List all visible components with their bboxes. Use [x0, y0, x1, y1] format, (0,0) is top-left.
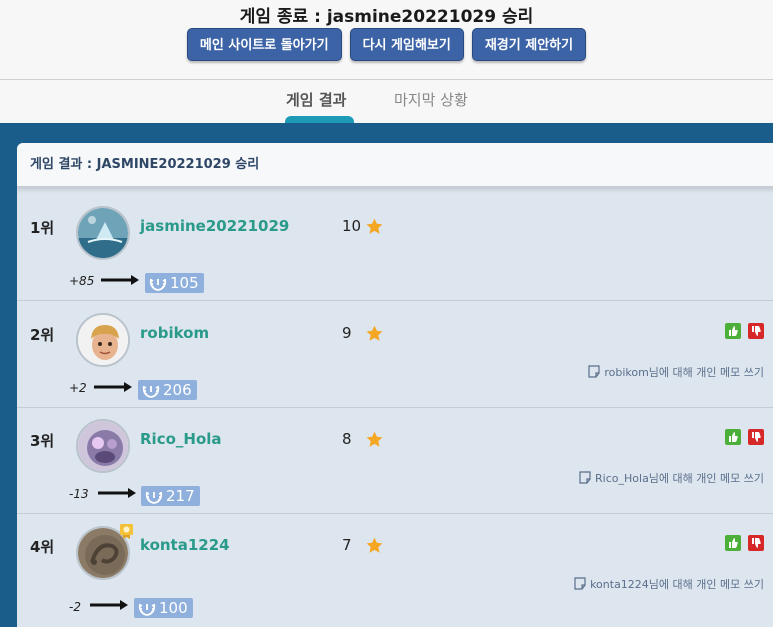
player-row: 4위 konta1224 7 konta1224님에 대해 개인 메모 쓰기 -… — [17, 514, 773, 620]
player-name[interactable]: konta1224 — [140, 536, 230, 554]
player-score: 8 — [342, 430, 352, 448]
tab-game-result[interactable]: 게임 결과 — [286, 89, 346, 110]
thumbs-down-icon[interactable] — [748, 323, 764, 339]
player-rank: 1위 — [30, 219, 55, 237]
arrow-right-icon — [98, 488, 136, 498]
memo-text: robikom님에 대해 개인 메모 쓰기 — [604, 366, 764, 379]
avatar-image — [78, 421, 128, 471]
thumbs-down-icon[interactable] — [748, 535, 764, 551]
game-end-title: 게임 종료 : jasmine20221029 승리 — [239, 7, 534, 27]
laurel-icon — [142, 385, 160, 398]
laurel-icon — [145, 491, 163, 504]
star-icon — [366, 431, 383, 447]
player-rank: 4위 — [30, 538, 55, 556]
thumbs-up-icon[interactable] — [725, 535, 741, 551]
player-score: 7 — [342, 536, 352, 554]
player-row: 1위 jasmine20221029 10 +85 105 — [17, 195, 773, 301]
arrow-right-icon — [101, 275, 139, 285]
rating-delta: +2 — [69, 381, 87, 395]
rating-badge: 206 — [138, 380, 197, 400]
laurel-icon — [149, 278, 167, 291]
player-rank: 3위 — [30, 432, 55, 450]
result-tabs: 게임 결과 마지막 상황 — [0, 81, 773, 123]
player-row: 3위 Rico_Hola 8 Rico_Hola님에 대해 개인 메모 쓰기 -… — [17, 408, 773, 514]
star-icon — [366, 218, 383, 234]
memo-text: Rico_Hola님에 대해 개인 메모 쓰기 — [595, 472, 764, 485]
avatar-image — [78, 208, 128, 258]
player-score: 10 — [342, 217, 362, 235]
rating-delta: +85 — [69, 274, 95, 288]
tab-last-situation[interactable]: 마지막 상황 — [394, 89, 468, 110]
rating-value: 100 — [159, 599, 188, 617]
rating-badge: 105 — [145, 273, 204, 293]
player-score: 9 — [342, 324, 352, 342]
avatar[interactable] — [76, 419, 130, 473]
avatar[interactable] — [76, 206, 130, 260]
propose-rematch-button[interactable]: 재경기 제안하기 — [471, 28, 587, 61]
rating-delta: -2 — [69, 600, 81, 614]
results-panel: 게임 결과 : JASMINE20221029 승리 1위 jasmine202… — [17, 143, 773, 627]
laurel-icon — [138, 603, 156, 616]
rating-value: 206 — [163, 381, 192, 399]
arrow-right-icon — [94, 382, 132, 392]
arrow-right-icon — [90, 600, 128, 610]
note-icon — [574, 577, 586, 590]
star-icon — [366, 325, 383, 341]
award-badge-icon — [120, 524, 133, 539]
player-name[interactable]: jasmine20221029 — [140, 217, 289, 235]
avatar-image — [78, 315, 128, 365]
avatar[interactable] — [76, 313, 130, 367]
rating-value: 217 — [166, 487, 195, 505]
thumbs-down-icon[interactable] — [748, 429, 764, 445]
memo-link[interactable]: Rico_Hola님에 대해 개인 메모 쓰기 — [579, 470, 764, 486]
rating-badge: 217 — [141, 486, 200, 506]
play-again-button[interactable]: 다시 게임해보기 — [349, 28, 464, 61]
rating-delta: -13 — [69, 487, 89, 501]
memo-link[interactable]: konta1224님에 대해 개인 메모 쓰기 — [574, 576, 764, 592]
star-icon — [366, 537, 383, 553]
player-row: 2위 robikom 9 robikom님에 대해 개인 메모 쓰기 +2 20… — [17, 302, 773, 408]
player-name[interactable]: robikom — [140, 324, 209, 342]
back-to-main-button[interactable]: 메인 사이트로 돌아가기 — [186, 28, 342, 61]
memo-link[interactable]: robikom님에 대해 개인 메모 쓰기 — [588, 364, 764, 380]
player-name[interactable]: Rico_Hola — [140, 430, 222, 448]
thumbs-up-icon[interactable] — [725, 429, 741, 445]
note-icon — [579, 471, 591, 484]
note-icon — [588, 365, 600, 378]
panel-title: 게임 결과 : JASMINE20221029 승리 — [17, 143, 773, 187]
thumbs-up-icon[interactable] — [725, 323, 741, 339]
rating-badge: 100 — [134, 598, 193, 618]
memo-text: konta1224님에 대해 개인 메모 쓰기 — [590, 578, 764, 591]
player-rank: 2위 — [30, 326, 55, 344]
rating-value: 105 — [170, 274, 199, 292]
header-button-row: 메인 사이트로 돌아가기 다시 게임해보기 재경기 제안하기 — [0, 28, 773, 61]
game-end-header: 게임 종료 : jasmine20221029 승리 메인 사이트로 돌아가기 … — [0, 0, 773, 80]
